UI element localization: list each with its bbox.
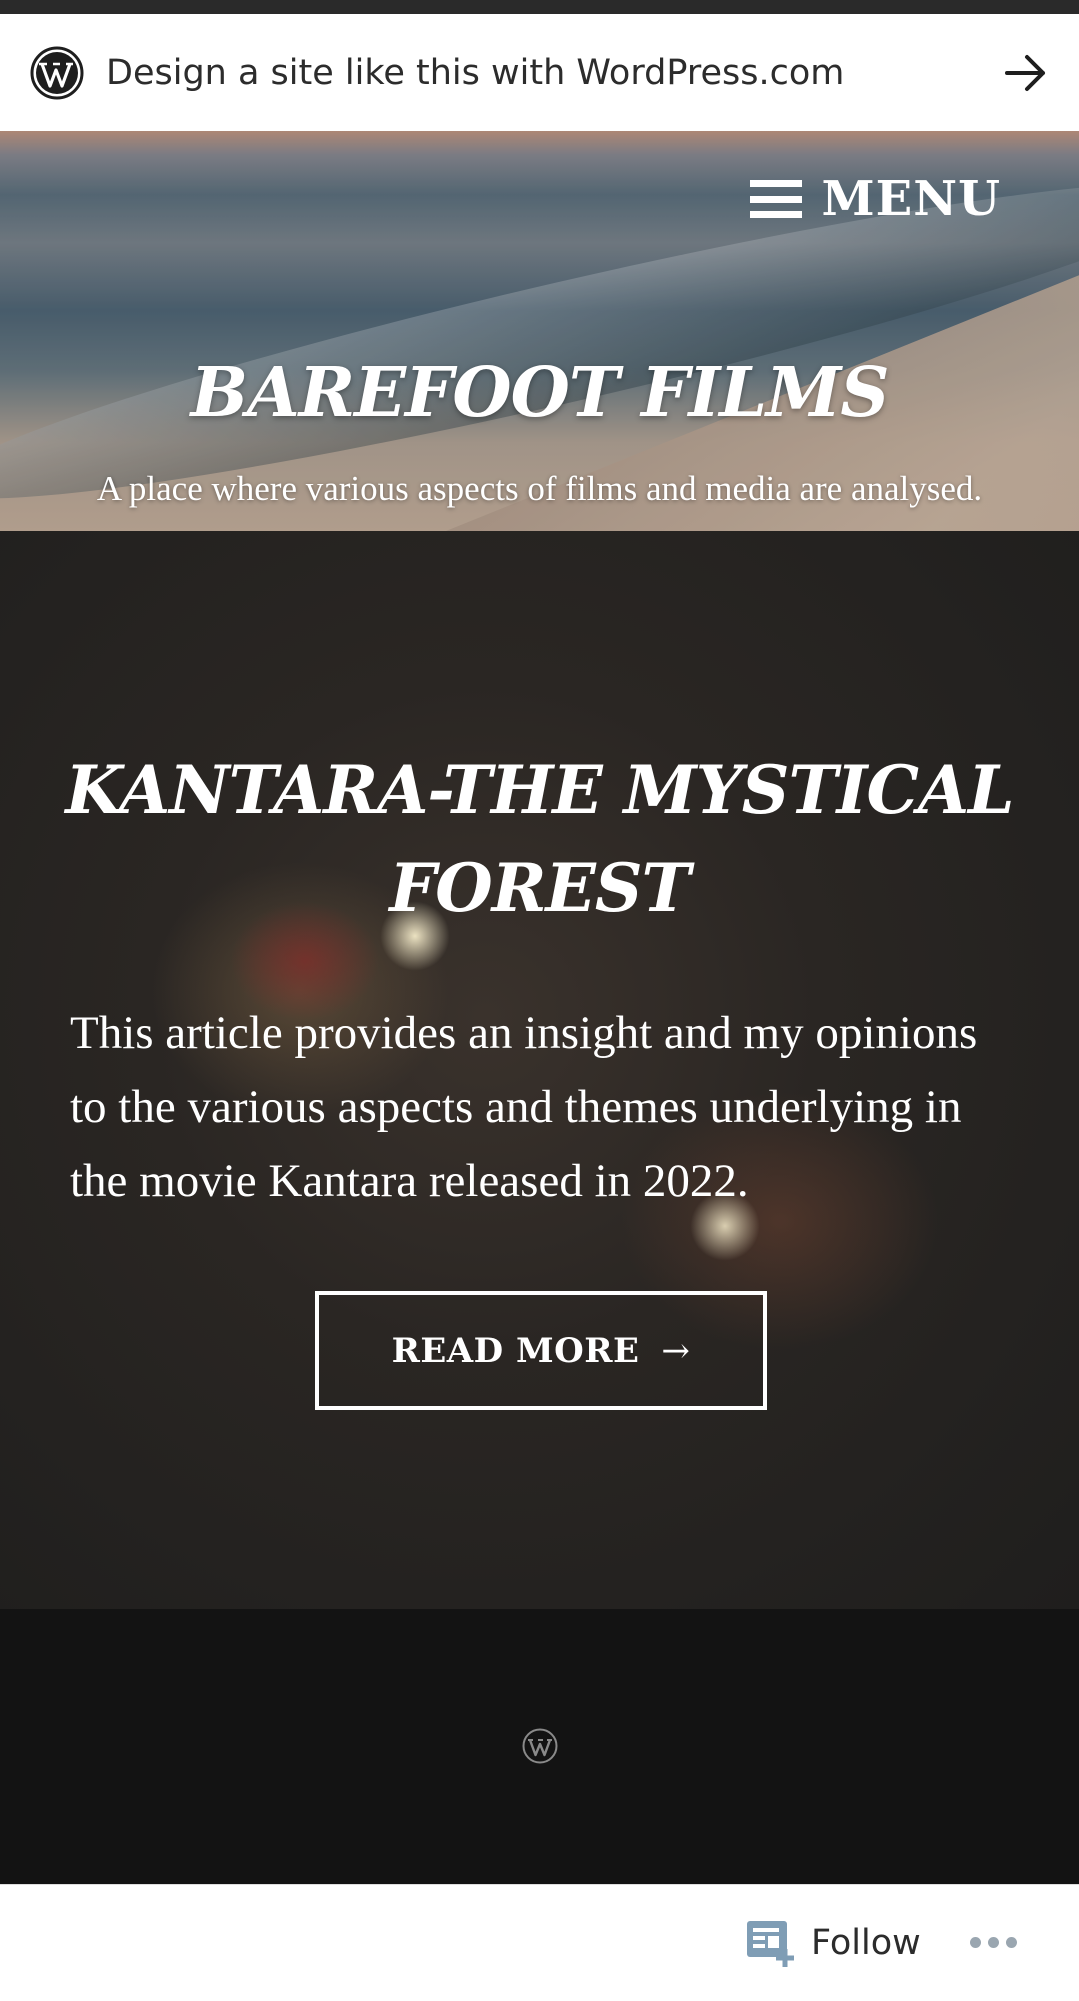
follow-reader-icon <box>747 1921 794 1967</box>
more-dots-icon <box>970 1937 981 1948</box>
post-title[interactable]: KANTARA-THE MYSTICAL FOREST <box>60 741 1019 937</box>
menu-button[interactable]: MENU <box>749 171 1001 227</box>
follow-button[interactable]: Follow <box>745 1917 921 1969</box>
follow-bar: Follow <box>0 1884 1079 2001</box>
wordpress-logo-icon <box>30 46 84 99</box>
site-title[interactable]: BAREFOOT FILMS <box>0 353 1079 433</box>
wordpress-logo-icon[interactable] <box>522 1728 558 1764</box>
read-more-button[interactable]: READ MORE → <box>315 1291 767 1410</box>
arrow-right-icon: → <box>661 1330 691 1371</box>
wordpress-promo-bar[interactable]: Design a site like this with WordPress.c… <box>0 14 1079 131</box>
menu-label: MENU <box>821 171 1001 227</box>
status-bar <box>0 0 1079 14</box>
read-more-label: READ MORE <box>391 1330 640 1371</box>
hamburger-icon <box>749 180 802 218</box>
follow-label: Follow <box>811 1923 921 1963</box>
site-footer <box>0 1609 1079 1884</box>
more-options-button[interactable] <box>970 1937 1024 1948</box>
featured-post: KANTARA-THE MYSTICAL FOREST This article… <box>0 531 1079 1609</box>
arrow-right-icon[interactable] <box>1001 48 1051 98</box>
post-excerpt: This article provides an insight and my … <box>70 1007 978 1207</box>
promo-text[interactable]: Design a site like this with WordPress.c… <box>106 53 1001 93</box>
site-header: MENU BAREFOOT FILMS A place where variou… <box>0 131 1079 531</box>
site-tagline: A place where various aspects of films a… <box>96 469 983 508</box>
